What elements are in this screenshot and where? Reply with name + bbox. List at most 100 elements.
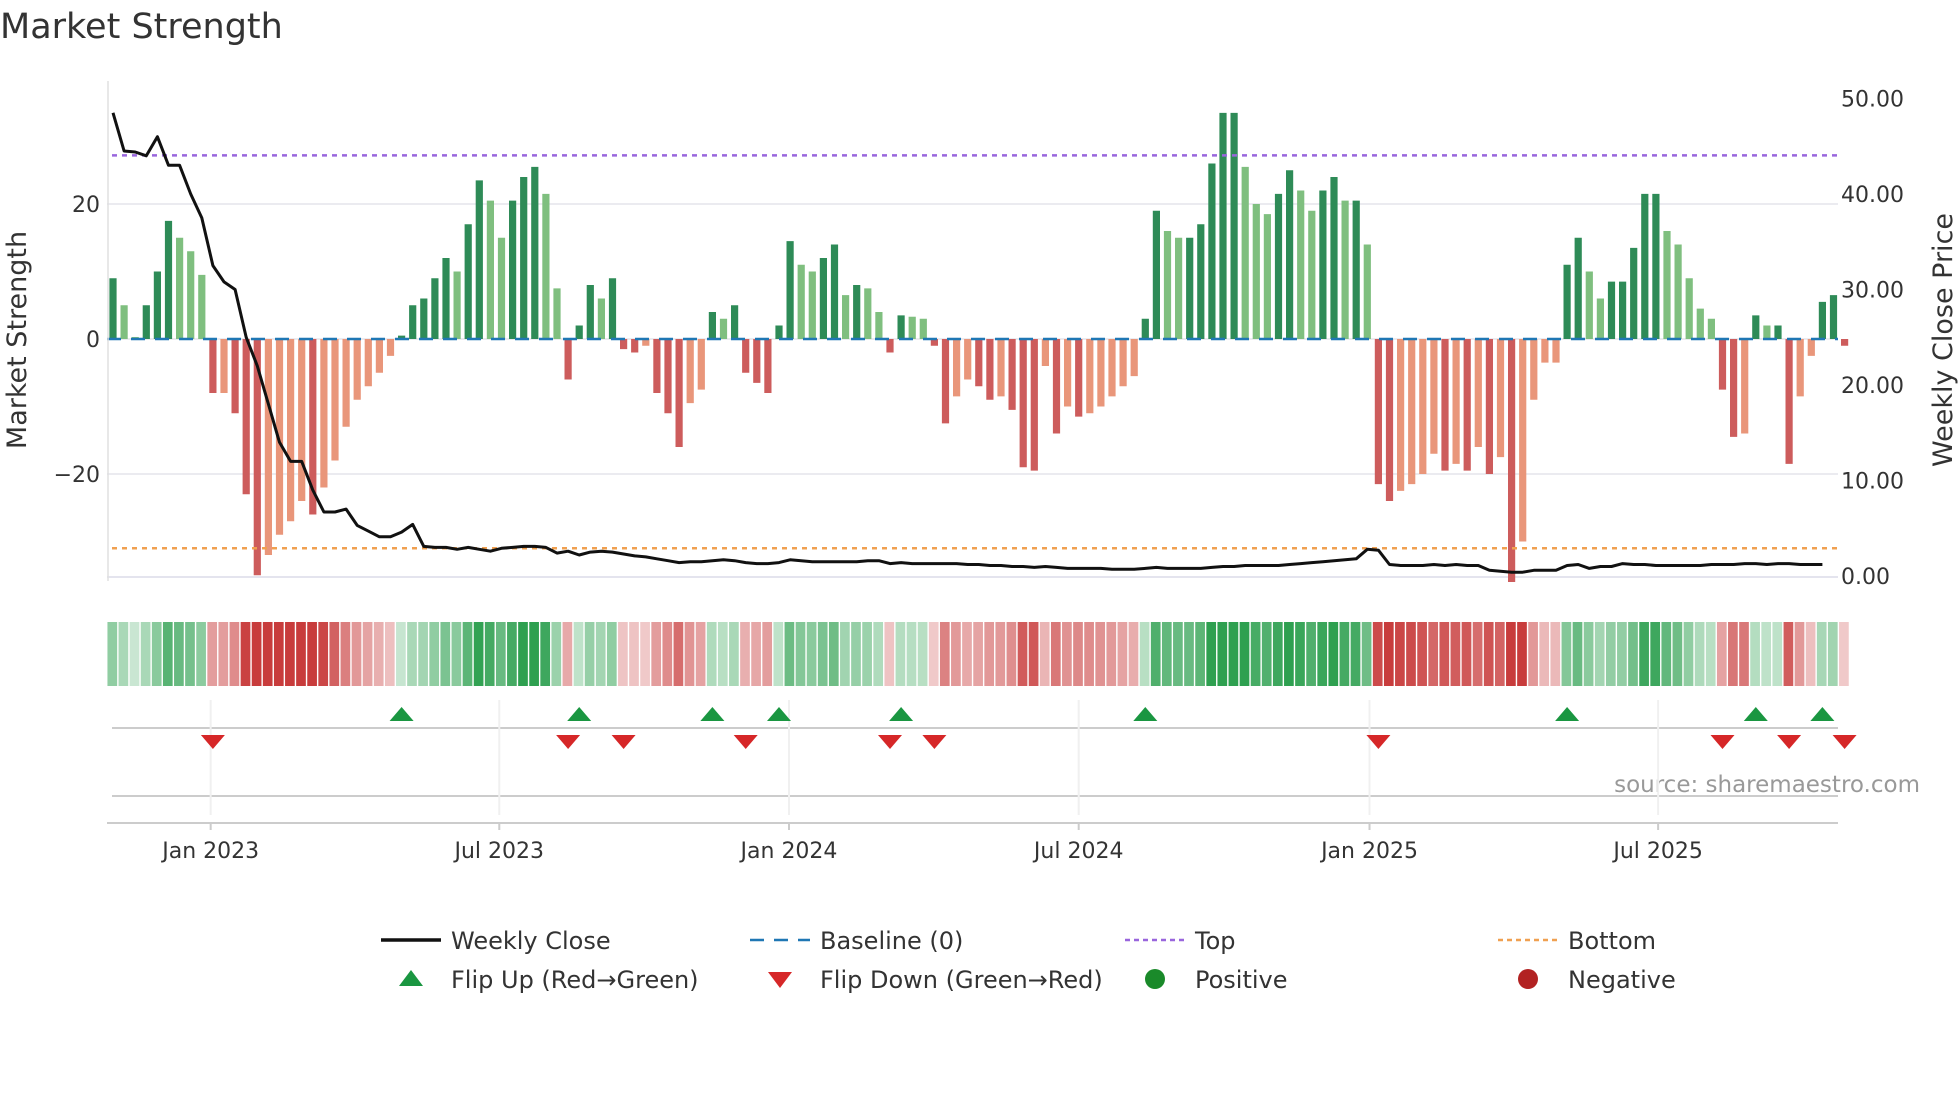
strength-bar: [420, 298, 428, 339]
y2-tick-label: 10.00: [1841, 470, 1904, 495]
strength-bar: [1807, 339, 1815, 356]
strength-bar: [1086, 339, 1094, 414]
strength-heat-cell: [196, 622, 206, 686]
strength-heat-cell: [1694, 622, 1705, 686]
strength-bar: [964, 339, 972, 380]
strength-heat-cell: [1783, 622, 1794, 686]
strength-bar: [675, 339, 683, 447]
strength-bar: [719, 318, 728, 339]
legend-label: Flip Up (Red→Green): [451, 966, 699, 994]
strength-bar: [808, 271, 816, 339]
legend-label: Flip Down (Green→Red): [820, 966, 1103, 994]
strength-heat-cell: [1250, 622, 1261, 686]
strength-bar: [1496, 339, 1505, 458]
strength-heat-cell: [418, 622, 428, 686]
strength-heat-cell: [995, 622, 1006, 686]
strength-heat-cell: [1816, 622, 1827, 686]
strength-bar: [1008, 339, 1016, 410]
strength-heat-cell: [773, 622, 784, 686]
flip-up-marker: [700, 707, 725, 721]
strength-heat-cell: [1006, 622, 1017, 686]
strength-bar: [886, 339, 894, 353]
strength-heat-cell: [1017, 622, 1028, 686]
strength-heat-cell: [1073, 622, 1083, 686]
strength-heat-cell: [1628, 622, 1638, 686]
strength-heat-cell: [451, 622, 462, 686]
strength-bar: [220, 339, 228, 393]
strength-heat-cell: [795, 622, 806, 686]
strength-bar: [1263, 214, 1271, 339]
strength-bar: [1463, 339, 1471, 471]
strength-bar: [575, 325, 583, 339]
strength-heat-cell: [129, 622, 140, 686]
strength-heat-cell: [140, 622, 151, 686]
strength-bar: [586, 285, 594, 339]
strength-bar: [1785, 339, 1793, 464]
y-tick-label: 0: [86, 328, 100, 353]
strength-heat-cell: [762, 622, 773, 686]
strength-heat-cell: [1095, 622, 1106, 686]
strength-bar: [753, 339, 761, 383]
strength-bar: [1308, 210, 1316, 339]
flip-down-marker: [611, 735, 636, 749]
strength-bar: [1352, 200, 1360, 339]
strength-heat-cell: [673, 622, 684, 686]
strength-bar: [153, 271, 161, 339]
strength-bar: [1208, 163, 1216, 339]
strength-bar: [1252, 204, 1260, 339]
strength-bar: [1397, 339, 1405, 491]
strength-bar: [842, 295, 850, 339]
strength-heat-cell: [1461, 622, 1472, 686]
strength-bar: [1152, 210, 1160, 339]
strength-heat-cell: [973, 622, 983, 686]
strength-heat-cell: [1450, 622, 1461, 686]
strength-bar: [1319, 190, 1327, 339]
strength-bar: [531, 166, 539, 339]
strength-bar: [1297, 190, 1305, 339]
strength-bar: [1163, 231, 1172, 339]
strength-heat-cell: [1206, 622, 1217, 686]
y2-tick-label: 30.00: [1841, 279, 1904, 304]
strength-heat-cell: [951, 622, 961, 686]
strength-heat-cell: [606, 622, 617, 686]
x-tick-label: Jan 2024: [739, 839, 838, 864]
strength-bar: [1619, 281, 1627, 339]
strength-heat-cell: [1139, 622, 1150, 686]
strength-heat-cell: [262, 622, 273, 686]
strength-bar: [1707, 318, 1715, 339]
strength-heat-cell: [684, 622, 695, 686]
flip-up-marker: [767, 707, 791, 721]
strength-heat-cell: [1272, 622, 1283, 686]
strength-heat-cell: [207, 622, 218, 686]
strength-heat-cell: [540, 622, 551, 686]
strength-heat-cell: [1306, 622, 1316, 686]
flip-down-marker: [922, 735, 947, 749]
strength-heat-cell: [1572, 622, 1583, 686]
strength-heat-cell: [329, 622, 340, 686]
strength-heat-cell: [1539, 622, 1550, 686]
strength-bar: [1385, 339, 1394, 501]
strength-bar: [1330, 177, 1338, 339]
strength-bar: [1175, 237, 1183, 339]
strength-bar: [1019, 339, 1027, 468]
x-tick-label: Jan 2023: [160, 839, 259, 864]
strength-bar: [1696, 308, 1704, 339]
strength-heat-cell: [1528, 622, 1538, 686]
strength-bar: [686, 339, 694, 404]
strength-bar: [1075, 339, 1083, 417]
flip-up-marker: [1555, 707, 1580, 721]
strength-bar: [875, 312, 883, 339]
x-tick-label: Jul 2024: [1032, 839, 1124, 864]
flip-up-marker: [1810, 707, 1835, 721]
strength-heat-cell: [1084, 622, 1094, 686]
strength-bar: [1552, 339, 1560, 363]
strength-heat-cell: [251, 622, 262, 686]
strength-heat-cell: [573, 622, 584, 686]
strength-bar: [542, 193, 550, 339]
source-label: source: sharemaestro.com: [1614, 772, 1920, 798]
strength-bar: [1574, 237, 1582, 339]
strength-bar: [1041, 339, 1049, 366]
strength-heat-cell: [1339, 622, 1350, 686]
strength-heat-cell: [1317, 622, 1328, 686]
strength-bar: [1641, 193, 1649, 339]
